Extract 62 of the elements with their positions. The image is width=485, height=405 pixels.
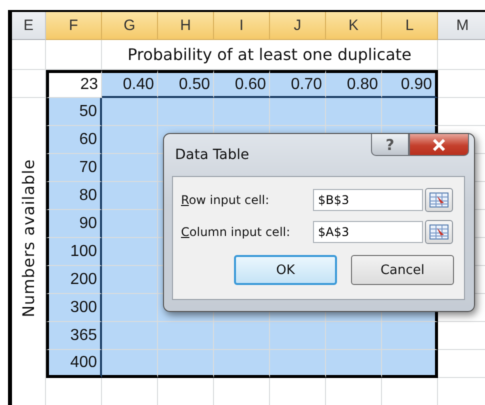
table-cell: 0.90	[382, 70, 438, 98]
close-icon	[432, 138, 446, 150]
close-button[interactable]	[409, 134, 469, 156]
column-header[interactable]: F	[46, 12, 102, 40]
grid-arrow-icon	[429, 192, 449, 208]
table-cell	[214, 322, 270, 350]
table-cell	[326, 350, 382, 378]
column-header[interactable]: I	[214, 12, 270, 40]
table-cell	[382, 322, 438, 350]
table-cell: 400	[46, 350, 102, 378]
table-cell	[382, 350, 438, 378]
table-cell: 0.80	[326, 70, 382, 98]
input-field[interactable]: $A$3	[313, 221, 423, 243]
table-cell: 0.60	[214, 70, 270, 98]
table-cell: 300	[46, 294, 102, 322]
grid-arrow-icon	[429, 224, 449, 240]
table-cell: 0.50	[158, 70, 214, 98]
table-cell	[158, 98, 214, 126]
dialog-button[interactable]: OK	[234, 255, 337, 285]
table-cell: 365	[46, 322, 102, 350]
table-cell: 0.70	[270, 70, 326, 98]
table-cell	[326, 98, 382, 126]
field-label: Column input cell:	[181, 225, 292, 239]
table-cell	[158, 322, 214, 350]
table-cell: 80	[46, 182, 102, 210]
table-cell: 90	[46, 210, 102, 238]
column-header[interactable]: E	[12, 12, 46, 40]
table-cell	[270, 350, 326, 378]
input-field[interactable]: $B$3	[313, 189, 423, 211]
table-cell: 60	[46, 126, 102, 154]
help-button[interactable]: ?	[371, 134, 409, 156]
cell-picker-button[interactable]	[425, 188, 453, 212]
table-cell	[102, 294, 158, 322]
table-cell	[102, 322, 158, 350]
column-header[interactable]: J	[270, 12, 326, 40]
column-header[interactable]: G	[102, 12, 158, 40]
table-cell	[326, 322, 382, 350]
dialog-button[interactable]: Cancel	[351, 255, 454, 285]
table-cell	[270, 322, 326, 350]
table-cell	[102, 98, 158, 126]
table-cell: 0.40	[102, 70, 158, 98]
axis-label: Numbers available	[19, 158, 38, 318]
table-cell	[102, 350, 158, 378]
table-cell: 70	[46, 154, 102, 182]
dialog-title: Data Table	[175, 147, 250, 165]
table-cell	[214, 350, 270, 378]
cell-picker-button[interactable]	[425, 220, 453, 244]
table-cell	[382, 98, 438, 126]
column-header[interactable]: M	[438, 12, 485, 40]
column-header[interactable]: K	[326, 12, 382, 40]
column-header[interactable]: L	[382, 12, 438, 40]
table-cell: 100	[46, 238, 102, 266]
table-cell: 23	[46, 70, 102, 98]
table-cell	[214, 98, 270, 126]
table-cell: 50	[46, 98, 102, 126]
field-label: Row input cell:	[181, 193, 270, 207]
table-cell	[102, 126, 158, 154]
table-cell	[12, 40, 46, 70]
table-cell	[158, 350, 214, 378]
table-cell	[270, 98, 326, 126]
table-cell: 200	[46, 266, 102, 294]
column-header[interactable]: H	[158, 12, 214, 40]
